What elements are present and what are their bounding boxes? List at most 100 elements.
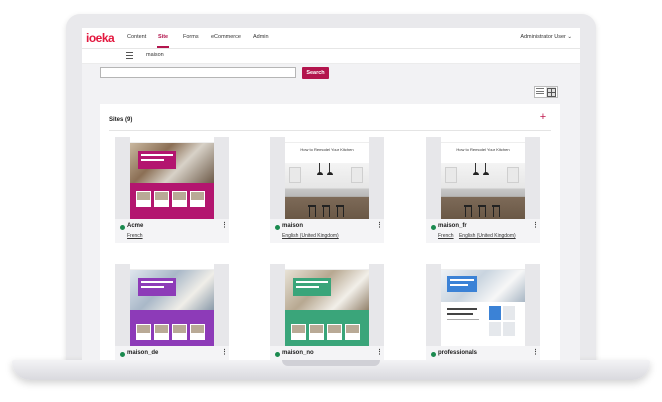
thumbnail-tile: [172, 191, 187, 207]
thumbnail-tile: [172, 324, 187, 340]
site-thumbnail[interactable]: How to Remodel Your Kitchen: [270, 137, 384, 219]
thumbnail-gray-tile: [489, 322, 501, 336]
site-name[interactable]: maison: [282, 223, 303, 229]
thumbnail-tile: [309, 324, 324, 340]
thumbnail-stool: [464, 205, 472, 217]
site-thumbnail[interactable]: [115, 264, 229, 346]
thumbnail-tile: [154, 191, 169, 207]
grid-view-icon[interactable]: [546, 87, 556, 97]
nav-site[interactable]: Site: [158, 34, 168, 40]
site-card-maison-fr[interactable]: How to Remodel Your Kitchen maison_fr Fr…: [426, 137, 540, 243]
language-link[interactable]: French: [438, 233, 454, 239]
thumbnail-hero-box: [447, 276, 477, 292]
site-card-maison-no[interactable]: maison_no ⋮: [270, 264, 384, 360]
site-card-professionals[interactable]: professionals ⋮: [426, 264, 540, 360]
status-dot: [120, 352, 125, 357]
thumbnail-color-band: [285, 310, 369, 346]
thumbnail-kitchen-photo: [285, 163, 369, 219]
thumbnail-tile: [345, 324, 360, 340]
thumbnail-page: [130, 137, 214, 219]
thumbnail-title: How to Remodel Your Kitchen: [456, 147, 510, 152]
thumbnail-tile: [136, 324, 151, 340]
list-view-icon[interactable]: [536, 88, 544, 96]
kebab-menu-icon[interactable]: ⋮: [376, 222, 383, 229]
kebab-menu-icon[interactable]: ⋮: [532, 349, 539, 356]
thumbnail-kitchen-photo: [441, 163, 525, 219]
kebab-menu-icon[interactable]: ⋮: [376, 349, 383, 356]
ioeka-logo[interactable]: ioeka: [86, 31, 115, 45]
thumbnail-tile: [327, 324, 342, 340]
sites-panel-title: Sites (9): [109, 117, 133, 123]
site-tree-icon[interactable]: [126, 52, 133, 59]
status-dot: [275, 225, 280, 230]
site-name[interactable]: maison_de: [127, 350, 158, 356]
site-card-maison-de[interactable]: maison_de ⋮: [115, 264, 229, 360]
thumbnail-color-band: [130, 310, 214, 346]
thumbnail-text-line: [447, 313, 473, 315]
language-link[interactable]: English (United Kingdom): [459, 233, 516, 239]
site-thumbnail[interactable]: [270, 264, 384, 346]
thumbnail-cabinet: [507, 167, 519, 183]
active-nav-indicator: [157, 46, 169, 48]
thumbnail-lamp: [483, 163, 490, 175]
thumbnail-tile: [190, 191, 205, 207]
site-thumbnail[interactable]: [115, 137, 229, 219]
view-toggle: [534, 86, 558, 98]
thumbnail-lamp: [327, 163, 334, 175]
thumbnail-gray-tile: [503, 306, 515, 320]
thumbnail-stool: [308, 205, 316, 217]
status-dot: [120, 225, 125, 230]
thumbnail-cabinet: [445, 167, 457, 183]
site-name[interactable]: professionals: [438, 350, 477, 356]
site-manager-workarea: Search Sites (9) + Acme French ⋮ How to …: [82, 64, 580, 360]
thumbnail-hero-box: [138, 278, 176, 296]
search-button[interactable]: Search: [302, 67, 329, 79]
status-dot: [431, 352, 436, 357]
laptop-notch: [282, 360, 380, 366]
kebab-menu-icon[interactable]: ⋮: [532, 222, 539, 229]
nav-admin[interactable]: Admin: [253, 34, 269, 40]
site-languages: English (United Kingdom): [282, 233, 343, 239]
nav-forms[interactable]: Forms: [183, 34, 199, 40]
thumbnail-hero: [285, 270, 369, 310]
thumbnail-cabinet: [289, 167, 301, 183]
thumbnail-hero-box: [293, 278, 331, 296]
nav-ecommerce[interactable]: eCommerce: [211, 34, 241, 40]
site-card-maison[interactable]: How to Remodel Your Kitchen maison Engli…: [270, 137, 384, 243]
thumbnail-page: [130, 264, 214, 346]
thumbnail-page: How to Remodel Your Kitchen: [441, 137, 525, 219]
nav-content[interactable]: Content: [127, 34, 146, 40]
thumbnail-lamp: [473, 163, 480, 175]
kebab-menu-icon[interactable]: ⋮: [221, 222, 228, 229]
status-dot: [275, 352, 280, 357]
thumbnail-hero-box: [138, 151, 176, 169]
user-menu[interactable]: Administrator User ⌄: [520, 34, 572, 40]
thumbnail-lamp: [317, 163, 324, 175]
thumbnail-stool: [336, 205, 344, 217]
thumbnail-page: [441, 264, 525, 346]
thumbnail-tile: [136, 191, 151, 207]
thumbnail-blue-tile: [489, 306, 501, 320]
context-bar: maison: [82, 49, 580, 64]
language-link[interactable]: English (United Kingdom): [282, 233, 339, 239]
language-link[interactable]: French: [127, 233, 143, 239]
thumbnail-color-band: [130, 183, 214, 219]
breadcrumb[interactable]: maison: [146, 52, 164, 58]
site-card-acme[interactable]: Acme French ⋮: [115, 137, 229, 243]
thumbnail-page: [285, 264, 369, 346]
thumbnail-hero: [130, 270, 214, 310]
search-input[interactable]: [100, 67, 296, 78]
site-name[interactable]: Acme: [127, 223, 143, 229]
thumbnail-stool: [478, 205, 486, 217]
site-name[interactable]: maison_no: [282, 350, 314, 356]
site-thumbnail[interactable]: [426, 264, 540, 346]
thumbnail-header: [285, 137, 369, 143]
add-site-button[interactable]: +: [538, 112, 548, 123]
site-name[interactable]: maison_fr: [438, 223, 467, 229]
kebab-menu-icon[interactable]: ⋮: [221, 349, 228, 356]
status-dot: [431, 225, 436, 230]
site-thumbnail[interactable]: How to Remodel Your Kitchen: [426, 137, 540, 219]
thumbnail-page: How to Remodel Your Kitchen: [285, 137, 369, 219]
thumbnail-tile: [291, 324, 306, 340]
thumbnail-header: [441, 137, 525, 143]
